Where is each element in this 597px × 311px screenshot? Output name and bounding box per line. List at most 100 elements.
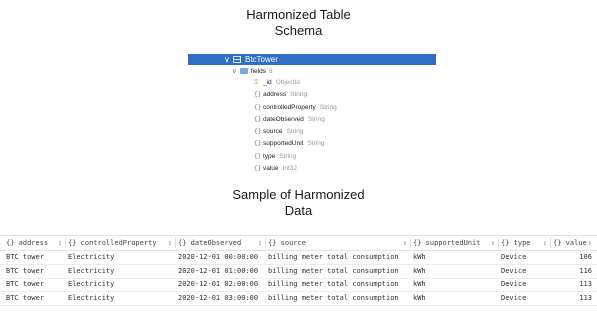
column-header-label: {} type: [501, 239, 531, 247]
column-header-label: {} controlledProperty: [68, 239, 157, 247]
sort-icon[interactable]: ↕: [403, 236, 407, 250]
column-header[interactable]: {} supportedUnit ↕: [413, 236, 499, 250]
table-cell: BTC tower: [6, 280, 44, 288]
field-type: Int32: [282, 164, 298, 172]
table-cell: Device: [501, 266, 527, 275]
tree-field-address[interactable]: {} address String: [254, 89, 307, 100]
field-type: String: [286, 128, 304, 135]
tree-node-label: fields: [250, 68, 266, 75]
column-header[interactable]: {} source ↕: [268, 236, 411, 250]
column-header-label: {} address: [6, 239, 49, 247]
braces-icon: {}: [254, 140, 262, 148]
tree-field-id[interactable]: ⚿ _id ObjectId: [254, 77, 300, 88]
table-cell: Electricity: [68, 280, 115, 288]
sort-icon[interactable]: ↕: [258, 236, 262, 250]
tree-node-fields[interactable]: ∨ fields 8: [232, 66, 273, 77]
sort-icon[interactable]: ↕: [588, 236, 592, 250]
table-cell: Electricity: [68, 266, 115, 275]
table-row[interactable]: BTC tower Electricity 2020-12-01 01:00:00 b…: [0, 265, 597, 279]
field-type: String: [307, 140, 325, 148]
chevron-down-icon[interactable]: ∨: [232, 68, 237, 75]
table-cell: BTC tower: [6, 253, 44, 261]
field-type: String: [290, 91, 308, 99]
table-cell: BTC tower: [6, 266, 44, 275]
braces-icon: {}: [254, 164, 262, 172]
table-cell: billing meter total consumption: [268, 280, 399, 288]
table-row[interactable]: BTC tower Electricity 2020-12-01 00:00:00 b…: [0, 251, 597, 265]
field-name: type: [263, 152, 276, 160]
tree-node-label: BtcTower: [245, 55, 278, 64]
field-name: controlledProperty: [263, 103, 316, 111]
column-divider[interactable]: [265, 238, 266, 248]
table-cell: kWh: [413, 266, 426, 275]
field-type: String: [279, 152, 297, 160]
table-cell: 113: [579, 280, 592, 288]
field-name: dateObserved: [263, 115, 304, 123]
braces-icon: {}: [254, 103, 262, 111]
schema-tree: ∨ BtcTower ∨ fields 8 ⚿ _id ObjectId{} addres…: [0, 0, 597, 175]
table-cell: 116: [579, 266, 592, 275]
table-cell: Electricity: [68, 293, 115, 302]
table-cell: billing meter total consumption: [268, 266, 399, 275]
field-type: String: [319, 103, 337, 111]
table-icon: [233, 56, 241, 63]
data-title: Sample of Harmonized Data: [0, 187, 597, 219]
chevron-down-icon[interactable]: ∨: [224, 54, 230, 65]
folder-icon: [239, 68, 248, 74]
field-name: address: [263, 91, 287, 99]
table-cell: 2020-12-01 01:00:00: [178, 266, 259, 275]
column-divider[interactable]: [498, 238, 499, 248]
sort-icon[interactable]: ↕: [491, 236, 495, 250]
table-cell: billing meter total consumption: [268, 293, 399, 302]
field-name: supportedUnit: [263, 140, 304, 148]
sort-icon[interactable]: ↕: [168, 236, 172, 250]
column-header[interactable]: {} controlledProperty ↕: [68, 236, 176, 250]
braces-icon: {}: [254, 152, 262, 160]
column-header[interactable]: {} address ↕: [6, 236, 66, 250]
field-name: _id: [263, 79, 272, 86]
sort-icon[interactable]: ↕: [543, 236, 547, 250]
key-icon: ⚿: [254, 79, 259, 86]
table-row[interactable]: BTC tower Electricity 2020-12-01 02:00:00 b…: [0, 278, 597, 292]
column-header[interactable]: {} value ↕: [553, 236, 596, 250]
table-cell: kWh: [413, 280, 426, 288]
column-header[interactable]: {} type ↕: [501, 236, 551, 250]
data-title-line1: Sample of Harmonized: [232, 187, 365, 202]
tree-field-type[interactable]: {} type String: [254, 151, 296, 162]
table-row[interactable]: BTC tower Electricity 2020-12-01 03:00:00 b…: [0, 292, 597, 306]
table-cell: kWh: [413, 253, 426, 261]
braces-icon: {}: [254, 91, 262, 99]
column-header-label: {} supportedUnit: [413, 239, 481, 247]
tree-node-btctower[interactable]: ∨ BtcTower: [188, 54, 436, 65]
table-cell: Device: [501, 293, 527, 302]
data-table: {} address ↕{} controlledProperty ↕{} date…: [0, 235, 597, 306]
column-divider[interactable]: [65, 238, 66, 248]
column-header-label: {} value: [553, 239, 587, 247]
tree-field-controlledProperty[interactable]: {} controlledProperty String: [254, 102, 337, 113]
table-cell: 106: [579, 253, 592, 261]
tree-field-value[interactable]: {} value Int32: [254, 163, 297, 174]
column-header-label: {} source: [268, 239, 306, 247]
column-divider[interactable]: [550, 238, 551, 248]
column-divider[interactable]: [175, 238, 176, 248]
sort-icon[interactable]: ↕: [58, 236, 62, 250]
data-title-line2: Data: [284, 203, 313, 218]
tree-field-supportedUnit[interactable]: {} supportedUnit String: [254, 138, 324, 149]
table-cell: 2020-12-01 03:00:00: [178, 293, 259, 302]
table-cell: Electricity: [68, 253, 115, 261]
table-cell: 2020-12-01 00:00:00: [178, 253, 259, 261]
braces-icon: {}: [254, 128, 262, 135]
table-cell: Device: [501, 280, 527, 288]
field-name: value: [263, 164, 279, 172]
field-name: source: [263, 128, 283, 135]
column-header-label: {} dateObserved: [178, 239, 242, 247]
table-cell: 113: [579, 293, 592, 302]
tree-field-dateObserved[interactable]: {} dateObserved String: [254, 114, 325, 125]
column-divider[interactable]: [410, 238, 411, 248]
column-header[interactable]: {} dateObserved ↕: [178, 236, 266, 250]
table-cell: 2020-12-01 02:00:00: [178, 280, 259, 288]
table-header: {} address ↕{} controlledProperty ↕{} date…: [0, 235, 597, 251]
tree-field-source[interactable]: {} source String: [254, 126, 304, 137]
field-type: ObjectId: [275, 79, 300, 86]
field-count: 8: [268, 68, 273, 75]
